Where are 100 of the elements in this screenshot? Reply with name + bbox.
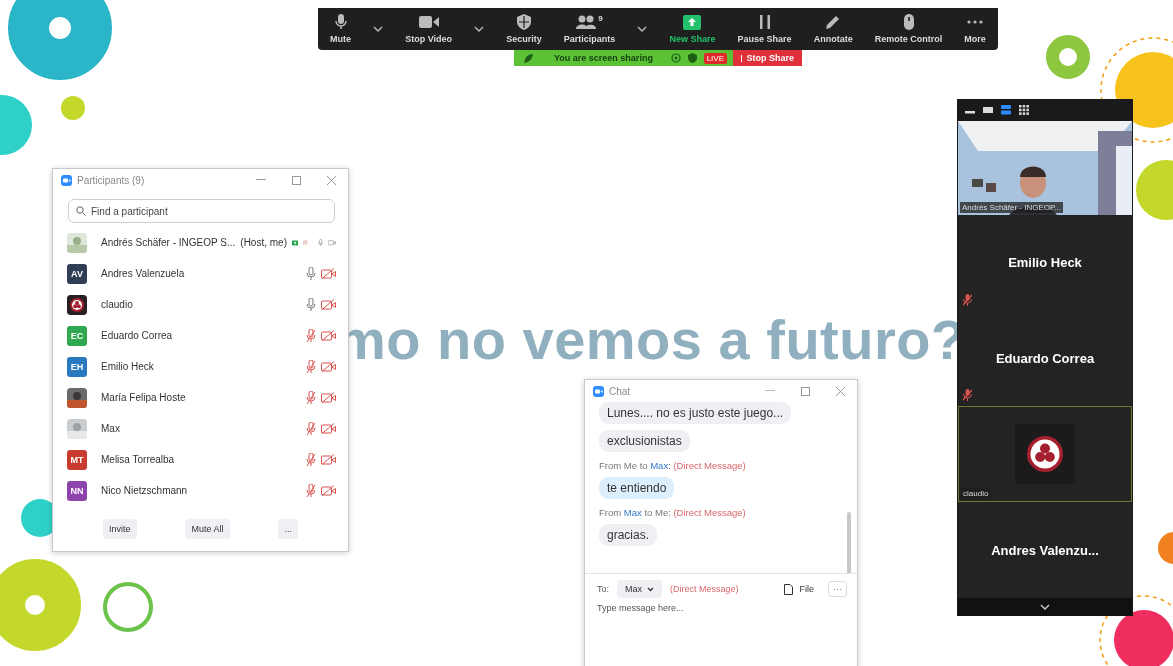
participant-name: María Felipa Hoste bbox=[101, 392, 186, 403]
muted-microphone-icon[interactable] bbox=[306, 359, 316, 374]
panel-button[interactable]: ... bbox=[278, 519, 298, 539]
video-off-icon[interactable] bbox=[321, 485, 336, 496]
panel-button[interactable]: Mute All bbox=[185, 519, 230, 539]
toolbar-button[interactable]: Annotate bbox=[809, 8, 857, 50]
video-tile[interactable]: claudio bbox=[958, 406, 1132, 503]
participant-name-label: Andrés Schäfer - INGEOP... bbox=[960, 201, 1063, 213]
participant-row[interactable]: Andrés Schäfer - INGEOP S... (Host, me) bbox=[53, 227, 348, 258]
sharing-status-text: You are screen sharing bbox=[554, 53, 653, 63]
toolbar-button[interactable]: Remote Control bbox=[870, 8, 947, 50]
live-badge: LIVE bbox=[703, 52, 727, 64]
direct-message-note: (Direct Message) bbox=[670, 584, 739, 594]
window-title: Chat bbox=[609, 385, 631, 397]
participant-role: (Host, me) bbox=[240, 237, 287, 248]
toolbar-button[interactable]: More bbox=[960, 8, 990, 50]
strip-view-button[interactable] bbox=[1001, 105, 1011, 115]
participant-name: Melisa Torrealba bbox=[101, 454, 175, 465]
message-sender-line: From Me to Max: (Direct Message) bbox=[599, 460, 746, 471]
grid-view-button[interactable] bbox=[1019, 105, 1029, 115]
muted-microphone-icon[interactable] bbox=[306, 483, 316, 498]
avatar: AV bbox=[67, 263, 87, 284]
app-logo-icon bbox=[61, 174, 72, 186]
window-title: Participants (9) bbox=[77, 174, 145, 186]
chevron-down-icon[interactable] bbox=[1040, 604, 1050, 610]
panel-button[interactable]: Invite bbox=[103, 519, 137, 539]
maximize-icon[interactable] bbox=[292, 175, 301, 185]
close-icon[interactable] bbox=[327, 175, 336, 185]
circle-decoration bbox=[1114, 610, 1173, 666]
target-icon bbox=[670, 53, 681, 63]
participant-row[interactable]: Max bbox=[53, 413, 348, 444]
avatar: NN bbox=[67, 480, 87, 501]
to-label: To: bbox=[597, 584, 609, 594]
video-off-icon[interactable] bbox=[321, 268, 336, 279]
file-button[interactable]: File bbox=[778, 583, 820, 595]
chat-message: gracias. bbox=[599, 524, 658, 546]
muted-microphone-icon[interactable] bbox=[306, 452, 316, 467]
video-tile[interactable]: Andrés Schäfer - INGEOP... bbox=[958, 121, 1132, 215]
muted-microphone-icon[interactable] bbox=[306, 328, 316, 343]
video-tile[interactable]: Eduardo Correa bbox=[958, 310, 1132, 407]
emblem-avatar-icon bbox=[67, 294, 87, 315]
participant-row[interactable]: EH Emilio Heck bbox=[53, 351, 348, 382]
circle-decoration bbox=[61, 96, 85, 120]
ring-decoration bbox=[1046, 35, 1090, 79]
toolbar-button[interactable]: Security bbox=[502, 8, 546, 50]
message-sender-line: From Max to Me: (Direct Message) bbox=[599, 507, 746, 518]
participant-row[interactable]: MT Melisa Torrealba bbox=[53, 444, 348, 475]
single-view-button[interactable] bbox=[983, 105, 993, 115]
video-off-icon[interactable] bbox=[321, 392, 336, 403]
toolbar-button[interactable]: 9 Participants bbox=[559, 8, 620, 50]
video-off-icon[interactable] bbox=[321, 361, 336, 372]
video-off-icon[interactable] bbox=[321, 330, 336, 341]
video-off-icon[interactable] bbox=[321, 454, 336, 465]
participant-name: Eduardo Correa bbox=[101, 330, 173, 341]
participant-name: Emilio Heck bbox=[101, 361, 154, 372]
participant-name-label: claudio bbox=[961, 488, 991, 500]
shield-icon bbox=[516, 14, 531, 30]
pause-icon bbox=[759, 15, 770, 29]
participant-row[interactable]: María Felipa Hoste bbox=[53, 382, 348, 413]
microphone-icon[interactable] bbox=[306, 297, 316, 312]
recipient-dropdown[interactable]: Max bbox=[617, 580, 663, 598]
video-tile[interactable]: Emilio Heck bbox=[958, 214, 1132, 311]
emblem-icon bbox=[1015, 424, 1075, 485]
muted-microphone-icon[interactable] bbox=[306, 390, 316, 405]
close-icon[interactable] bbox=[836, 386, 845, 396]
scrollbar[interactable] bbox=[847, 512, 851, 573]
participant-name: Emilio Heck bbox=[1008, 255, 1082, 271]
participant-row[interactable]: EC Eduardo Correa bbox=[53, 320, 348, 351]
more-button[interactable]: ··· bbox=[828, 581, 847, 597]
more-icon bbox=[967, 20, 984, 24]
microphone-icon[interactable] bbox=[306, 266, 316, 281]
leaf-icon bbox=[524, 53, 533, 63]
maximize-icon[interactable] bbox=[801, 386, 810, 396]
participant-name: Andrés Schäfer - INGEOP S... bbox=[101, 237, 236, 248]
participant-row[interactable]: NN Nico Nietzschmann bbox=[53, 475, 348, 506]
avatar: EC bbox=[67, 325, 87, 346]
video-off-icon[interactable] bbox=[321, 299, 336, 310]
toolbar-button[interactable]: Mute bbox=[326, 8, 355, 50]
search-icon bbox=[76, 206, 86, 216]
video-tile[interactable]: Andres Valenzu... bbox=[958, 502, 1132, 598]
search-field[interactable]: Find a participant bbox=[68, 199, 335, 223]
chat-message: Lunes.... no es justo este juego... bbox=[599, 402, 792, 424]
participant-count: 9 bbox=[598, 15, 603, 23]
app-logo-icon bbox=[593, 385, 604, 397]
stop-share-button[interactable]: Stop Share bbox=[733, 50, 802, 66]
participant-row[interactable]: AV Andres Valenzuela bbox=[53, 258, 348, 289]
muted-microphone-icon[interactable] bbox=[306, 421, 316, 436]
minimize-icon[interactable] bbox=[256, 179, 266, 181]
video-off-icon[interactable] bbox=[321, 423, 336, 434]
caret-icon bbox=[637, 26, 648, 32]
camera-icon bbox=[418, 16, 439, 28]
toolbar-button[interactable]: Stop Video bbox=[401, 8, 456, 50]
participant-row[interactable]: claudio bbox=[53, 289, 348, 320]
toolbar-button[interactable]: Pause Share bbox=[733, 8, 796, 50]
avatar: EH bbox=[67, 356, 87, 377]
chat-message: te entiendo bbox=[599, 477, 675, 499]
file-icon bbox=[784, 583, 794, 595]
toolbar-button[interactable]: New Share bbox=[665, 8, 720, 50]
camera-icon[interactable] bbox=[328, 237, 336, 248]
mouse-icon bbox=[903, 14, 914, 30]
